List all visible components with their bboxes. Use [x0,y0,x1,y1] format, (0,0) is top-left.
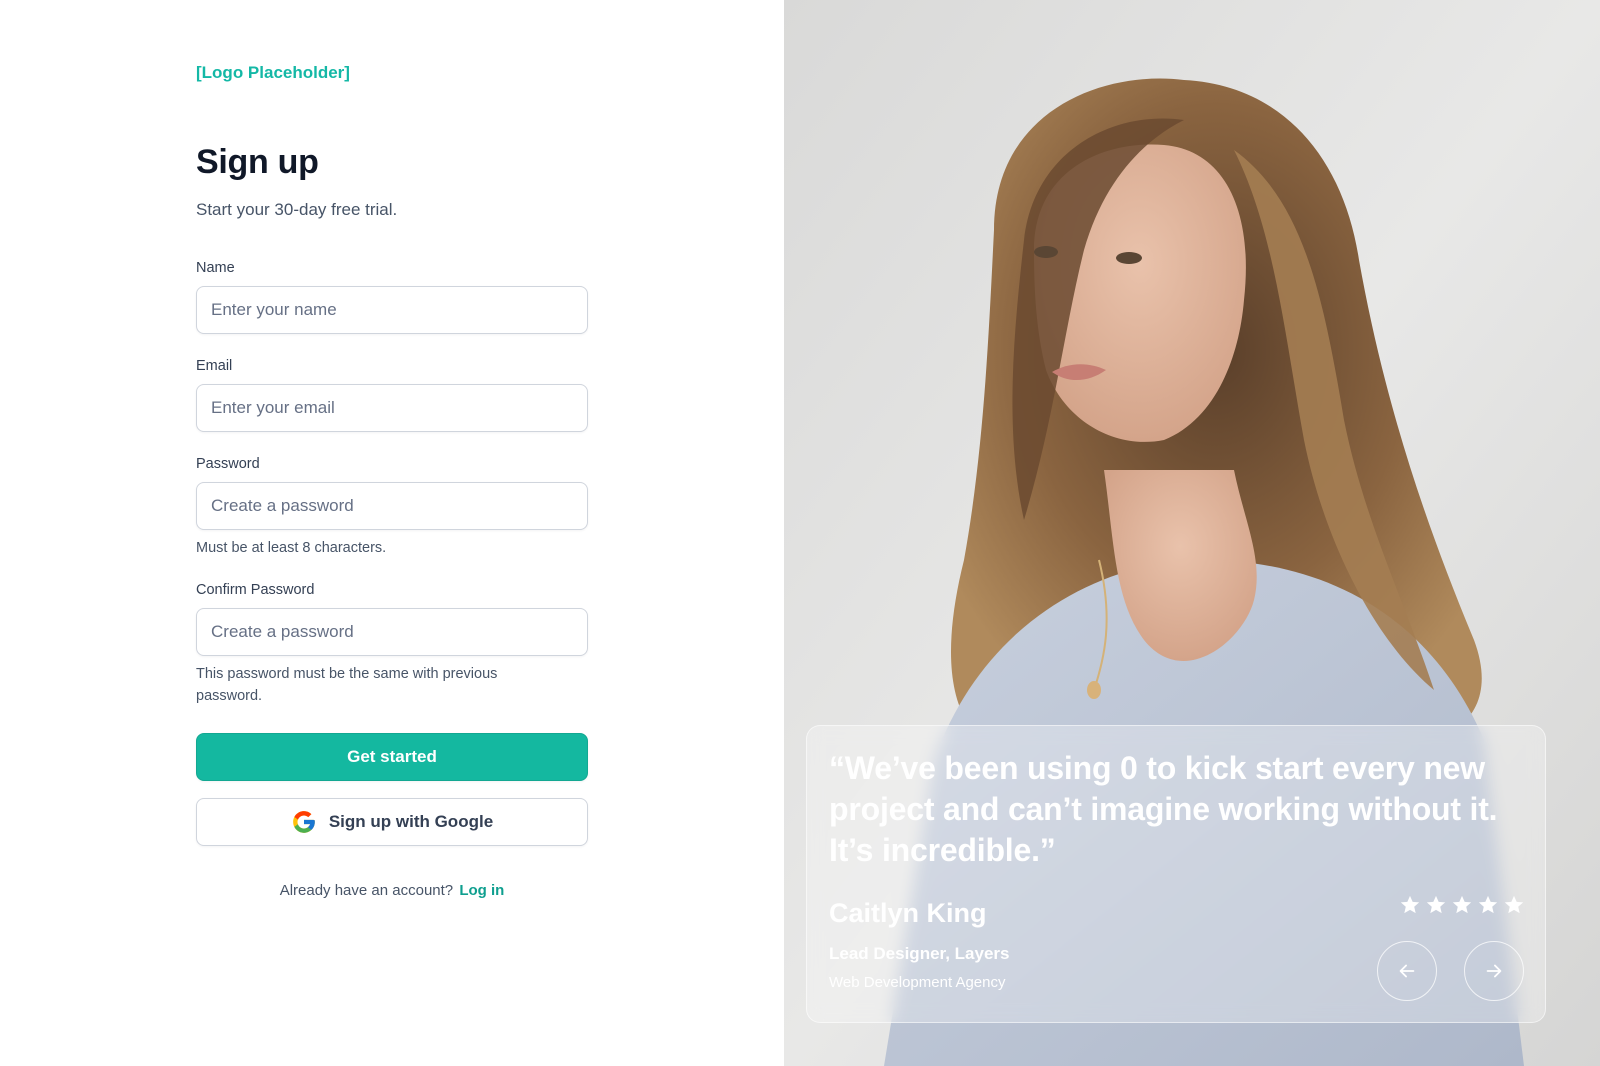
testimonial-company: Web Development Agency [829,974,1006,991]
login-prompt: Already have an account? Log in [196,882,588,899]
page-title: Sign up [196,143,319,181]
name-input[interactable] [196,286,588,334]
get-started-button[interactable]: Get started [196,733,588,781]
google-signup-label: Sign up with Google [328,812,494,831]
testimonial-quote: “We’ve been using 0 to kick start every … [829,750,1498,868]
star-icon [1504,895,1524,914]
confirm-password-input[interactable] [196,608,588,656]
password-label: Password [196,456,260,472]
previous-testimonial-button[interactable] [1377,941,1437,1001]
confirm-password-hint: This password must be the same with prev… [196,666,498,704]
email-input[interactable] [196,384,588,432]
google-signup-button[interactable]: Sign up with Google [196,798,588,846]
login-link[interactable]: Log in [459,882,504,899]
google-icon [292,811,315,833]
password-hint: Must be at least 8 characters. [196,540,387,556]
testimonial-role: Lead Designer, Layers [829,944,1010,963]
rating-stars [1399,894,1525,916]
star-icon [1426,895,1446,914]
page-subtitle: Start your 30-day free trial. [196,200,398,219]
name-label: Name [196,260,235,276]
arrow-right-icon [1486,964,1502,978]
star-icon [1400,895,1420,914]
signup-panel: [Logo Placeholder] Sign up Start your 30… [0,0,784,1066]
email-label: Email [196,358,233,374]
star-icon [1478,895,1498,914]
login-prompt-text: Already have an account? [279,882,454,899]
next-testimonial-button[interactable] [1464,941,1524,1001]
testimonial-card: “We’ve been using 0 to kick start every … [806,725,1546,1023]
password-input[interactable] [196,482,588,530]
star-icon [1452,895,1472,914]
confirm-password-label: Confirm Password [196,582,315,598]
arrow-left-icon [1399,964,1415,978]
logo: [Logo Placeholder] [196,63,350,82]
testimonial-author: Caitlyn King [829,898,987,928]
